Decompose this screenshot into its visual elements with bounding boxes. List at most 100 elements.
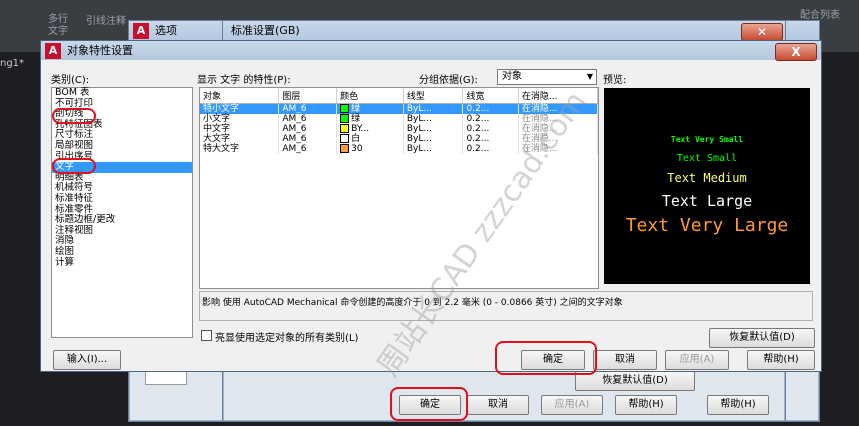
highlight-checkbox-label: 亮显使用选定对象的所有类别(L)	[215, 333, 359, 344]
help-back-button[interactable]: 帮助(H)	[615, 395, 677, 415]
cell-lineweight: 0.2...	[466, 114, 490, 124]
color-swatch-icon	[340, 114, 350, 123]
group-by-value: 对象	[502, 71, 522, 82]
column-header[interactable]: 线宽	[462, 88, 519, 104]
close-icon[interactable]: ✕	[741, 23, 783, 41]
red-highlight-back-ok	[390, 387, 468, 421]
color-swatch-icon	[340, 134, 350, 143]
table-row[interactable]: 中文字 AM_6 BY... ByL... 0.2... 在消隐...	[200, 124, 598, 134]
apply-back-button[interactable]: 应用(A)	[541, 395, 603, 415]
cell-object: 小文字	[203, 114, 231, 124]
standard-settings-titlebar: 标准设置(GB) ✕	[223, 21, 785, 41]
preview-label: 预览:	[603, 75, 627, 86]
cell-hidden: 在消隐...	[521, 134, 558, 144]
cell-hidden: 在消隐...	[521, 144, 558, 154]
cell-hidden: 在消隐...	[521, 114, 558, 124]
standard-settings-title: 标准设置(GB)	[231, 24, 300, 37]
cell-linetype: ByL...	[406, 124, 432, 134]
cell-linetype: ByL...	[406, 134, 432, 144]
red-highlight-cut-line	[52, 108, 96, 124]
description-box: 影响 使用 AutoCAD Mechanical 命令创建的高度介于 0 到 2…	[199, 291, 813, 321]
cell-hidden: 在消隐...	[521, 124, 558, 134]
cell-layer: AM_6	[282, 124, 307, 134]
close-icon[interactable]: X	[775, 43, 817, 61]
group-by-label: 分组依据(G):	[419, 75, 478, 86]
autocad-logo-icon: A	[45, 43, 61, 59]
cancel-button[interactable]: 取消	[593, 350, 657, 370]
text-preview: Text Very Small Text Small Text Medium T…	[604, 88, 810, 284]
cell-lineweight: 0.2...	[466, 124, 490, 134]
chevron-down-icon: ▼	[586, 72, 593, 81]
table-row[interactable]: 特小文字 AM_6 绿 ByL... 0.2... 在消隐...	[200, 103, 598, 114]
cell-layer: AM_6	[282, 114, 307, 124]
cell-color: 绿	[351, 114, 361, 124]
cell-color: 白	[351, 134, 361, 144]
restore-defaults-back-button[interactable]: 恢复默认值(D)	[575, 371, 695, 391]
help-button[interactable]: 帮助(H)	[747, 350, 815, 370]
cell-layer: AM_6	[282, 134, 307, 144]
category-item[interactable]: 计算	[52, 257, 192, 269]
ribbon-leader-note[interactable]: 引线注释	[86, 12, 126, 27]
preview-text-very-small: Text Very Small	[670, 135, 744, 144]
preview-text-large: Text Large	[661, 192, 753, 210]
column-header[interactable]: 在消隐...	[518, 88, 598, 104]
apply-button[interactable]: 应用(A)	[665, 350, 729, 370]
drawing-tab[interactable]: ng1*	[0, 58, 24, 69]
cell-layer: AM_6	[282, 144, 307, 154]
autocad-logo-icon: A	[133, 23, 149, 39]
ribbon-fit-list[interactable]: 配合列表	[800, 6, 840, 21]
category-label: 类别(C):	[51, 75, 90, 86]
color-swatch-icon	[340, 104, 350, 113]
properties-label: 显示 文字 的特性(P):	[197, 75, 291, 86]
category-item[interactable]: 局部视图	[52, 140, 192, 152]
preview-text-small: Text Small	[676, 153, 738, 164]
restore-defaults-button[interactable]: 恢复默认值(D)	[709, 328, 815, 348]
cell-color: BY...	[351, 124, 370, 134]
cell-object: 大文字	[203, 134, 231, 144]
cell-lineweight: 0.2...	[466, 134, 490, 144]
category-list[interactable]: BOM 表不可打印 剖切线 孔特征图表 尺寸标注 局部视图 引出序号 文字 明细表 机械符号 标准…	[51, 87, 193, 338]
column-header[interactable]: 图层	[278, 88, 338, 104]
color-swatch-icon	[340, 144, 350, 153]
cancel-back-button[interactable]: 取消	[467, 395, 529, 415]
table-body: 特小文字 AM_6 绿 ByL... 0.2... 在消隐... 小文字 AM_6 绿 ByL..…	[200, 103, 598, 154]
category-item[interactable]: 标准特征	[52, 193, 192, 205]
description-text: 影响 使用 AutoCAD Mechanical 命令创建的高度介于 0 到 2…	[202, 298, 623, 308]
cell-object: 特大文字	[203, 144, 240, 154]
cell-object: 特小文字	[203, 104, 240, 114]
main-title: 对象特性设置	[67, 44, 133, 57]
cell-lineweight: 0.2...	[466, 104, 490, 114]
help-back-button-2[interactable]: 帮助(H)	[707, 395, 769, 415]
category-item[interactable]: BOM 表	[52, 87, 192, 99]
color-swatch-icon	[340, 124, 350, 133]
property-table[interactable]: 对象 图层 颜色 线型 线宽 在消隐... 特小文字 AM_6 绿 ByL... 0.2... 在消…	[199, 87, 599, 289]
preview-text-medium: Text Medium	[667, 171, 747, 185]
red-highlight-ok	[495, 341, 597, 375]
ribbon-text-label: 文字	[48, 26, 68, 37]
cell-color: 绿	[351, 104, 361, 114]
options-title: 选项	[155, 24, 177, 37]
column-header[interactable]: 颜色	[336, 88, 404, 104]
cell-layer: AM_6	[282, 104, 307, 114]
cell-lineweight: 0.2...	[466, 144, 490, 154]
options-field[interactable]	[145, 371, 187, 385]
cell-color: 30	[351, 144, 363, 154]
input-button[interactable]: 输入(I)...	[53, 350, 121, 370]
column-header[interactable]: 对象	[200, 88, 280, 104]
cell-hidden: 在消隐...	[521, 104, 558, 114]
category-item[interactable]: 绘图	[52, 246, 192, 258]
table-row[interactable]: 特大文字 AM_6 30 ByL... 0.2... 在消隐...	[200, 144, 598, 154]
main-titlebar: A 对象特性设置 X	[41, 41, 821, 61]
table-header: 对象 图层 颜色 线型 线宽 在消隐...	[200, 88, 598, 104]
cell-linetype: ByL...	[406, 104, 432, 114]
group-by-select[interactable]: 对象 ▼	[497, 69, 597, 85]
preview-text-very-large: Text Very Large	[625, 215, 789, 236]
cell-linetype: ByL...	[406, 114, 432, 124]
cell-object: 中文字	[203, 124, 231, 134]
cell-linetype: ByL...	[406, 144, 432, 154]
highlight-checkbox[interactable]	[201, 330, 212, 341]
table-row[interactable]: 小文字 AM_6 绿 ByL... 0.2... 在消隐...	[200, 114, 598, 124]
column-header[interactable]: 线型	[403, 88, 464, 104]
red-highlight-text	[52, 158, 96, 174]
table-row[interactable]: 大文字 AM_6 白 ByL... 0.2... 在消隐...	[200, 134, 598, 144]
